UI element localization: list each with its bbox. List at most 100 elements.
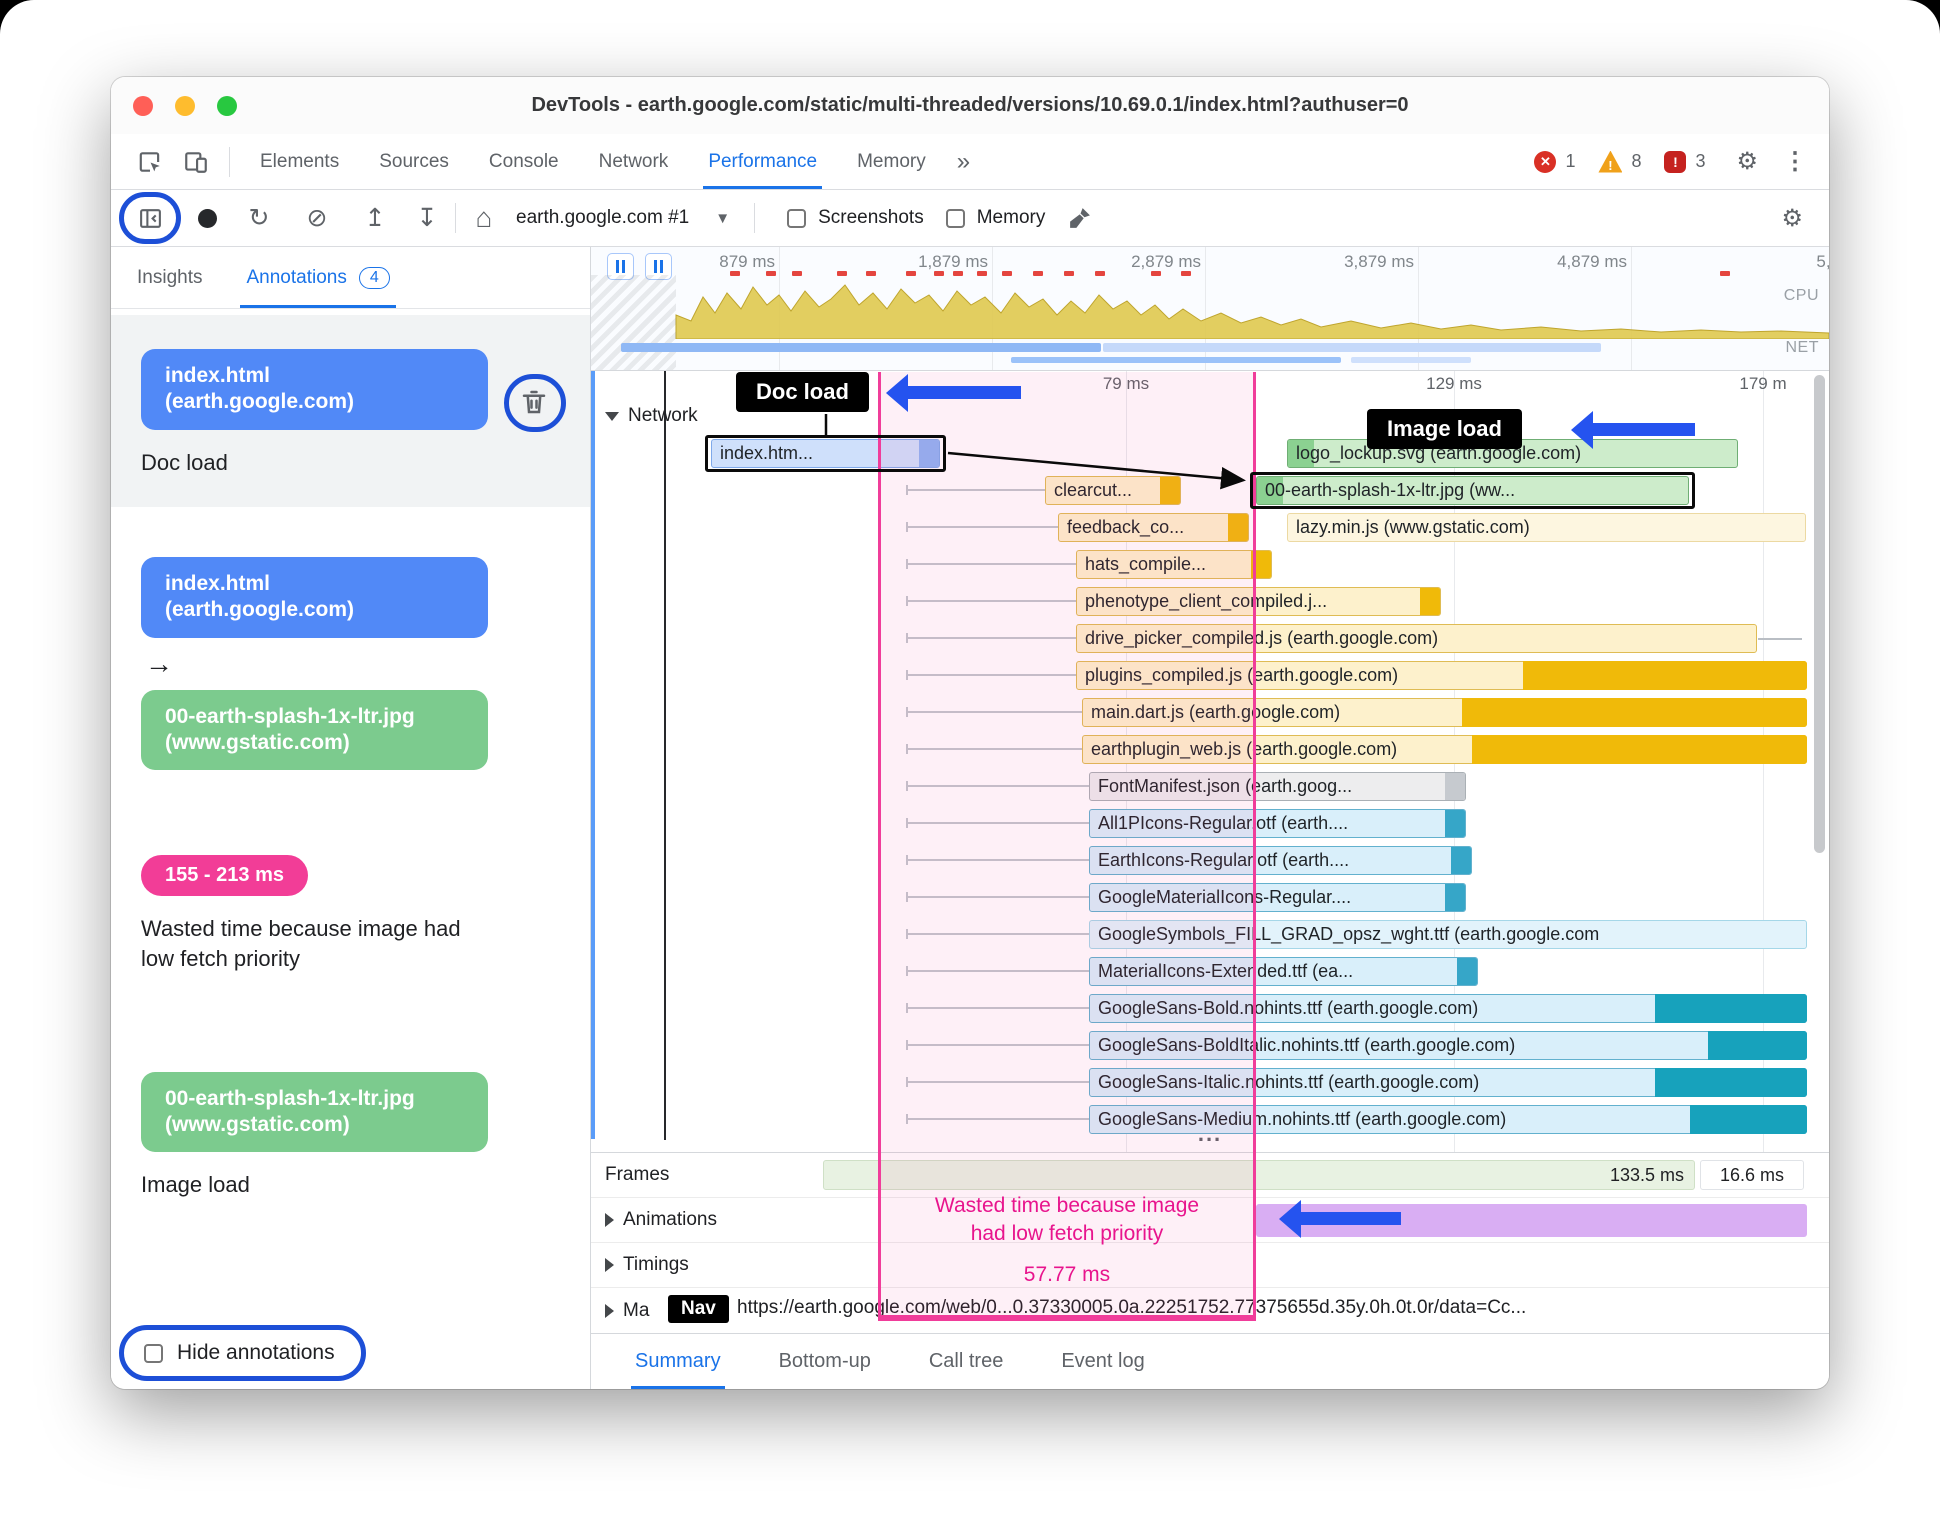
hide-annotations-toggle[interactable]: Hide annotations: [119, 1325, 366, 1381]
long-task-marker: [1181, 271, 1191, 276]
network-request-bar[interactable]: 00-earth-splash-1x-ltr.jpg (ww...: [1256, 476, 1689, 505]
network-request-bar[interactable]: EarthIcons-Regular.otf (earth....: [1089, 846, 1472, 875]
timeline-overview[interactable]: 879 ms 1,879 ms 2,879 ms 3,879 ms 4,879 ms 5,…: [591, 247, 1829, 371]
frame-duration-bar[interactable]: 16.6 ms: [1700, 1160, 1804, 1190]
errors-icon[interactable]: ✕: [1534, 150, 1557, 173]
long-task-marker: [1064, 271, 1074, 276]
network-request-bar[interactable]: All1PIcons-Regular.otf (earth....: [1089, 809, 1466, 838]
network-request-bar[interactable]: hats_compile...: [1076, 550, 1272, 579]
bottom-tab-event-log[interactable]: Event log: [1061, 1334, 1144, 1389]
record-button[interactable]: [189, 200, 225, 236]
toggle-sidebar-icon[interactable]: [132, 200, 168, 236]
network-request-bar[interactable]: feedback_co...: [1058, 513, 1249, 542]
image-load-annotation-chip[interactable]: Image load: [1367, 409, 1522, 449]
bottom-tab-bottom-up[interactable]: Bottom-up: [779, 1334, 871, 1389]
expand-triangle-icon[interactable]: [605, 1258, 614, 1272]
annotation-entry-pill[interactable]: index.html (earth.google.com): [141, 557, 488, 638]
network-request-bar[interactable]: drive_picker_compiled.js (earth.google.c…: [1076, 624, 1802, 653]
screenshots-checkbox[interactable]: Screenshots: [787, 207, 924, 229]
save-profile-icon[interactable]: ↧: [409, 200, 445, 236]
annotation-card[interactable]: index.html (earth.google.com) → 00-earth-s…: [111, 557, 590, 771]
main-track-label[interactable]: Ma: [605, 1300, 649, 1322]
tab-memory[interactable]: Memory: [852, 134, 931, 189]
tab-performance[interactable]: Performance: [703, 134, 822, 189]
hide-annotations-checkbox[interactable]: [144, 1343, 163, 1363]
nav-marker-chip[interactable]: Nav: [668, 1295, 729, 1323]
annotation-card[interactable]: index.html (earth.google.com) Doc load: [111, 315, 590, 508]
checkbox-box[interactable]: [945, 208, 965, 228]
issues-icon[interactable]: !: [1664, 150, 1687, 173]
chevron-down-icon: ▼: [715, 209, 731, 227]
annotation-range-pill[interactable]: 155 - 213 ms: [141, 855, 308, 897]
more-tabs-icon[interactable]: »: [952, 134, 975, 189]
capture-settings-gear-icon[interactable]: ⚙: [1773, 204, 1811, 233]
warnings-count[interactable]: 8: [1631, 151, 1641, 172]
outside-range-hatch: [591, 275, 676, 370]
checkbox-box[interactable]: [787, 208, 807, 228]
request-lead-line: [906, 1077, 1089, 1087]
frame-duration-bar[interactable]: 133.5 ms: [823, 1160, 1695, 1190]
timings-track-label[interactable]: Timings: [605, 1254, 689, 1276]
kebab-menu-icon[interactable]: ⋮: [1775, 147, 1815, 176]
network-request-bar[interactable]: GoogleSymbols_FILL_GRAD_opsz_wght.ttf (e…: [1089, 920, 1807, 949]
request-label: clearcut...: [1054, 480, 1133, 500]
home-icon[interactable]: ⌂: [466, 200, 502, 236]
network-request-bar[interactable]: phenotype_client_compiled.j...: [1076, 587, 1441, 616]
network-request-bar[interactable]: FontManifest.json (earth.goog...: [1089, 772, 1466, 801]
memory-checkbox[interactable]: Memory: [945, 207, 1045, 229]
target-selector[interactable]: earth.google.com #1 ▼: [516, 207, 730, 229]
annotation-entry-pill[interactable]: 00-earth-splash-1x-ltr.jpg (www.gstatic.…: [141, 1071, 488, 1153]
warnings-icon[interactable]: !: [1598, 150, 1623, 173]
zoom-window-button[interactable]: [217, 96, 237, 116]
animations-track-label[interactable]: Animations: [605, 1209, 717, 1231]
network-request-bar[interactable]: lazy.min.js (www.gstatic.com): [1287, 513, 1806, 542]
network-request-bar[interactable]: GoogleMaterialIcons-Regular....: [1089, 883, 1466, 912]
frames-track-label[interactable]: Frames: [605, 1164, 669, 1186]
network-request-bar[interactable]: GoogleSans-Italic.nohints.ttf (earth.goo…: [1089, 1068, 1807, 1097]
trash-icon[interactable]: [519, 387, 551, 419]
sidebar-tab-annotations[interactable]: Annotations 4: [240, 247, 397, 308]
request-label: drive_picker_compiled.js (earth.google.c…: [1085, 628, 1439, 648]
network-request-bar[interactable]: MaterialIcons-Extended.ttf (ea...: [1089, 957, 1478, 986]
tab-elements[interactable]: Elements: [255, 134, 344, 189]
device-toolbar-icon[interactable]: [181, 147, 211, 177]
minimize-window-button[interactable]: [175, 96, 195, 116]
settings-gear-icon[interactable]: ⚙: [1728, 147, 1766, 176]
close-window-button[interactable]: [133, 96, 153, 116]
network-request-bar[interactable]: GoogleSans-BoldItalic.nohints.ttf (earth…: [1089, 1031, 1807, 1060]
expand-triangle-icon[interactable]: [605, 1213, 614, 1227]
network-request-bar[interactable]: clearcut...: [1045, 476, 1181, 505]
network-request-bar[interactable]: plugins_compiled.js (earth.google.com): [1076, 661, 1807, 690]
annotation-card[interactable]: 155 - 213 ms Wasted time because image ha…: [111, 855, 590, 973]
issues-count[interactable]: 3: [1695, 151, 1705, 172]
clear-recording-icon[interactable]: ⊘: [299, 200, 335, 236]
bottom-tab-summary[interactable]: Summary: [631, 1334, 725, 1389]
network-request-bar[interactable]: GoogleSans-Bold.nohints.ttf (earth.googl…: [1089, 994, 1807, 1023]
network-track-header[interactable]: Network: [605, 405, 698, 427]
expand-triangle-icon[interactable]: [605, 1303, 614, 1318]
vertical-scrollbar[interactable]: [1814, 373, 1825, 1147]
scrollbar-thumb[interactable]: [1814, 375, 1825, 853]
doc-load-annotation-chip[interactable]: Doc load: [736, 372, 869, 412]
annotation-card[interactable]: 00-earth-splash-1x-ltr.jpg (www.gstatic.…: [111, 1071, 590, 1200]
sidebar-tab-insights[interactable]: Insights: [137, 247, 202, 308]
annotation-entry-pill[interactable]: 00-earth-splash-1x-ltr.jpg (www.gstatic.…: [141, 689, 488, 771]
tab-sources[interactable]: Sources: [374, 134, 454, 189]
errors-count[interactable]: 1: [1565, 151, 1575, 172]
collapse-triangle-icon[interactable]: [605, 411, 619, 421]
network-request-bar[interactable]: main.dart.js (earth.google.com): [1082, 698, 1807, 727]
annotation-entry-pill[interactable]: index.html (earth.google.com): [141, 349, 488, 430]
tab-network[interactable]: Network: [594, 134, 674, 189]
reload-and-record-icon[interactable]: ↻: [241, 200, 277, 236]
inspect-element-icon[interactable]: [135, 147, 165, 177]
load-profile-icon[interactable]: ↥: [357, 200, 393, 236]
tab-console[interactable]: Console: [484, 134, 564, 189]
long-task-marker: [906, 271, 916, 276]
network-request-bar[interactable]: index.htm...: [711, 439, 940, 468]
expand-network-rows[interactable]: ...: [1160, 1121, 1260, 1147]
bottom-tab-call-tree[interactable]: Call tree: [929, 1334, 1003, 1389]
network-request-bar[interactable]: earthplugin_web.js (earth.google.com): [1082, 735, 1807, 764]
target-selector-value: earth.google.com #1: [516, 207, 690, 228]
main-thread-track: Ma Nav https://earth.google.com/web/0...…: [591, 1287, 1829, 1333]
garbage-collect-icon[interactable]: [1061, 200, 1097, 236]
